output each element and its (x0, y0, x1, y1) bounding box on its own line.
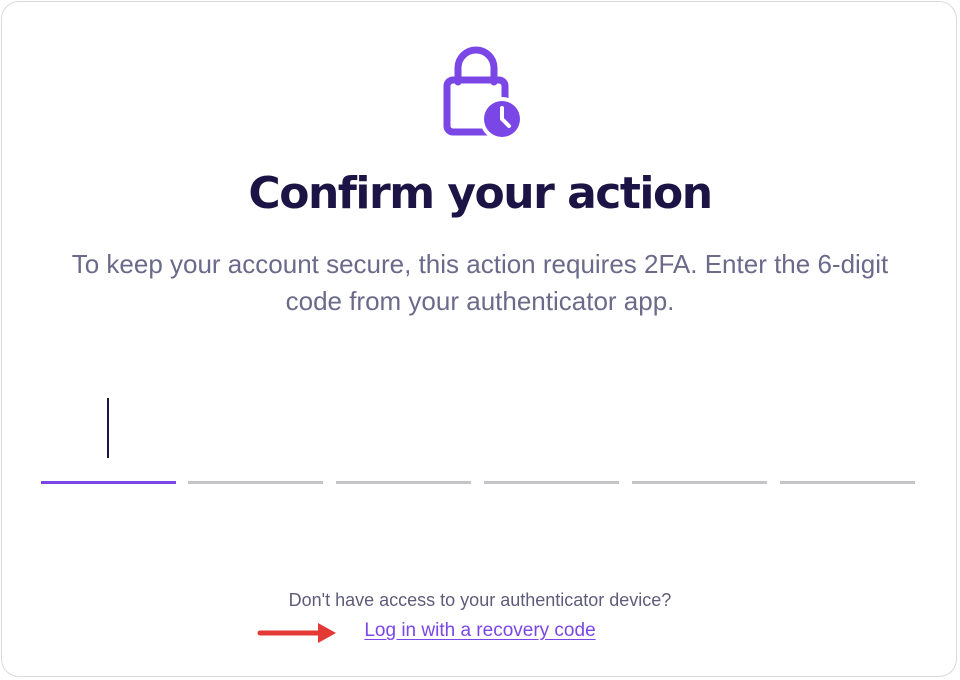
otp-digit-2[interactable] (188, 378, 323, 484)
instructions-text: To keep your account secure, this action… (71, 249, 889, 316)
confirm-action-card: Confirm your action To keep your account… (1, 1, 957, 677)
recovery-prompt: Don't have access to your authenticator … (288, 590, 672, 610)
otp-digit-4[interactable] (484, 378, 619, 484)
recovery-code-link[interactable]: Log in with a recovery code (354, 620, 606, 642)
otp-digit-5[interactable] (632, 378, 767, 484)
text-caret (107, 398, 109, 458)
otp-digit-6[interactable] (780, 378, 915, 484)
otp-digit-1-wrapper (41, 378, 176, 484)
lock-clock-icon (443, 46, 524, 141)
page-title: Confirm your action (248, 168, 713, 219)
otp-digit-3[interactable] (336, 378, 471, 484)
otp-code-input (41, 378, 915, 486)
arrow-right-icon (257, 623, 336, 643)
